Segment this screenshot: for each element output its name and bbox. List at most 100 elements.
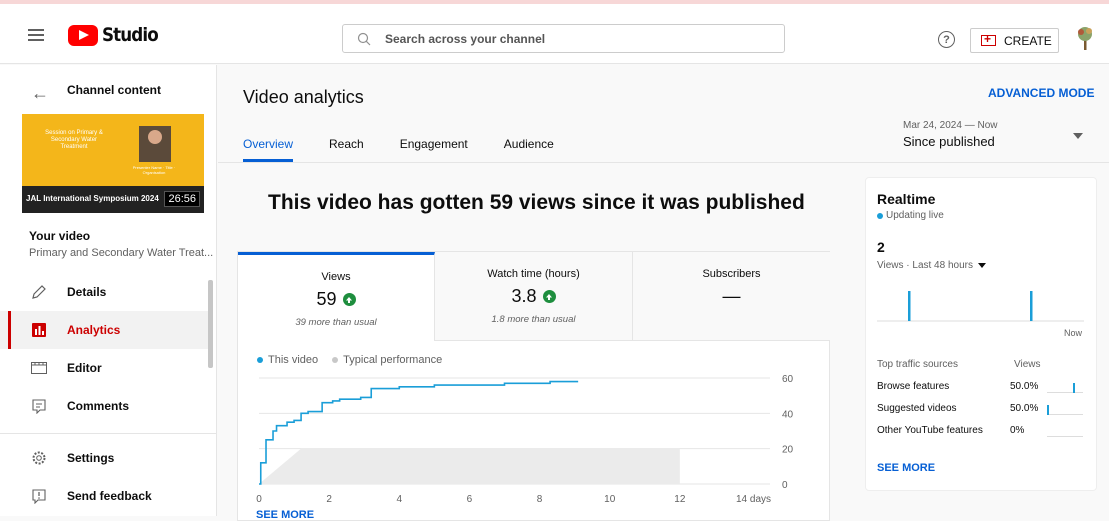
main-content: Video analytics ADVANCED MODE Overview R… [218,65,1109,521]
metric-number: — [722,286,741,306]
metric-note: 39 more than usual [295,317,377,328]
y-tick-label: 20 [782,445,794,456]
menu-icon[interactable] [28,29,44,41]
y-tick-label: 40 [782,409,794,420]
sidebar-item-label: Editor [67,361,102,375]
sidebar-item-details[interactable]: Details [0,273,210,311]
tabs-divider [218,162,1109,163]
advanced-mode-link[interactable]: ADVANCED MODE [988,86,1094,100]
metric-value: — [633,286,830,307]
traffic-source-name: Browse features [877,381,950,392]
metric-label: Subscribers [702,268,761,280]
sidebar-item-label: Analytics [67,323,121,337]
search-box[interactable] [342,24,785,53]
avatar[interactable] [1074,26,1096,52]
metric-label: Views [321,271,351,283]
x-tick-label: 6 [467,494,473,505]
sidebar-item-settings[interactable]: Settings [0,439,210,477]
metric-subscribers[interactable]: Subscribers — [633,252,830,341]
sidebar-scrollbar[interactable] [208,280,213,368]
tab-bar: Overview Reach Engagement Audience [243,137,590,162]
live-dot-icon [877,212,883,219]
video-thumbnail[interactable]: Session on Primary & Secondary Water Tre… [22,114,204,213]
sidebar-divider [0,433,216,434]
studio-logo[interactable]: Studio [68,24,165,46]
video-duration: 26:56 [164,191,200,207]
analytics-icon [31,323,46,337]
page-title: Video analytics [243,87,364,107]
traffic-source-row: Other YouTube features 0% [877,425,1087,437]
realtime-card: Realtime Updating live 2 Views · Last 48… [865,177,1097,491]
realtime-bar-chart[interactable] [877,286,1087,322]
realtime-bar [908,291,911,321]
chevron-down-icon[interactable] [1073,133,1083,139]
realtime-title: Realtime [877,191,936,207]
film-icon [30,362,47,374]
feedback-icon [31,488,46,504]
realtime-bar [1030,291,1033,321]
headline: This video has gotten 59 views since it … [268,191,805,214]
traffic-source-spark-bar [1047,405,1049,415]
realtime-subtitle[interactable]: Views · Last 48 hours [877,260,986,271]
help-icon[interactable]: ? [938,31,955,48]
metric-number: 59 [316,289,337,309]
traffic-sources-header: Top traffic sources [877,359,958,370]
realtime-status-text: Updating live [886,210,944,221]
traffic-source-name: Other YouTube features [877,425,983,436]
chart-legend: This video Typical performance [257,354,442,366]
tab-overview[interactable]: Overview [243,137,294,162]
metric-note: 1.8 more than usual [491,314,576,325]
legend-this-video-dot [257,357,263,363]
video-title[interactable]: Primary and Secondary Water Treat... [29,247,213,259]
realtime-see-more-link[interactable]: SEE MORE [877,462,935,474]
metric-views[interactable]: Views 59 39 more than usual [238,252,435,341]
traffic-source-row: Browse features 50.0% [877,381,1087,393]
see-more-link[interactable]: SEE MORE [256,509,314,521]
legend-this-video: This video [268,354,319,366]
traffic-source-spark-bar [1073,383,1075,393]
back-arrow-icon[interactable]: ← [31,83,49,104]
tab-engagement[interactable]: Engagement [400,137,468,162]
sidebar-item-editor[interactable]: Editor [0,349,210,387]
youtube-play-icon [68,24,98,46]
y-tick-label: 60 [782,374,794,385]
sidebar-item-analytics[interactable]: Analytics [0,311,210,349]
realtime-now-label: Now [1064,328,1083,338]
x-tick-label: 0 [256,494,262,505]
metric-label: Watch time (hours) [487,268,580,280]
metric-watch-time[interactable]: Watch time (hours) 3.8 1.8 more than usu… [435,252,633,341]
tab-reach[interactable]: Reach [329,137,364,162]
traffic-source-pct: 0% [1010,425,1025,436]
gear-icon [32,451,45,465]
x-tick-label: 12 [674,494,686,505]
x-tick-label: 4 [397,494,403,505]
x-tick-label: 8 [537,494,543,505]
search-icon [357,32,371,45]
sidebar-item-feedback[interactable]: Send feedback [0,477,210,515]
create-label: CREATE [1004,33,1052,48]
legend-typical-dot [332,357,339,363]
metric-number: 3.8 [511,286,537,306]
arrow-up-icon [542,290,556,303]
pencil-icon [31,285,46,299]
x-tick-label: 10 [604,494,616,505]
sidebar-item-label: Settings [67,451,115,465]
typical-performance-band [259,448,680,484]
sidebar-item-comments[interactable]: Comments [0,387,210,425]
date-range-dates: Mar 24, 2024 — Now [903,120,998,131]
thumbnail-caption-bar: JAL International Symposium 2024 26:56 [22,186,204,213]
create-button[interactable]: CREATE [970,28,1059,53]
thumbnail-caption: JAL International Symposium 2024 [26,194,159,203]
sidebar-item-label: Comments [67,399,130,413]
tab-audience[interactable]: Audience [504,137,554,162]
date-range-selector[interactable]: Mar 24, 2024 — Now Since published [903,120,998,149]
presenter-photo [139,126,171,162]
realtime-status: Updating live [877,210,944,221]
your-video-label: Your video [29,229,91,243]
metric-value: 59 [238,289,434,310]
search-input[interactable] [385,31,765,46]
chevron-down-icon [977,263,986,268]
traffic-source-spark [1047,383,1083,393]
views-chart[interactable]: 0 20 40 60 0 2 4 6 8 10 12 14 days [248,370,808,520]
logo-text: Studio [102,24,159,46]
